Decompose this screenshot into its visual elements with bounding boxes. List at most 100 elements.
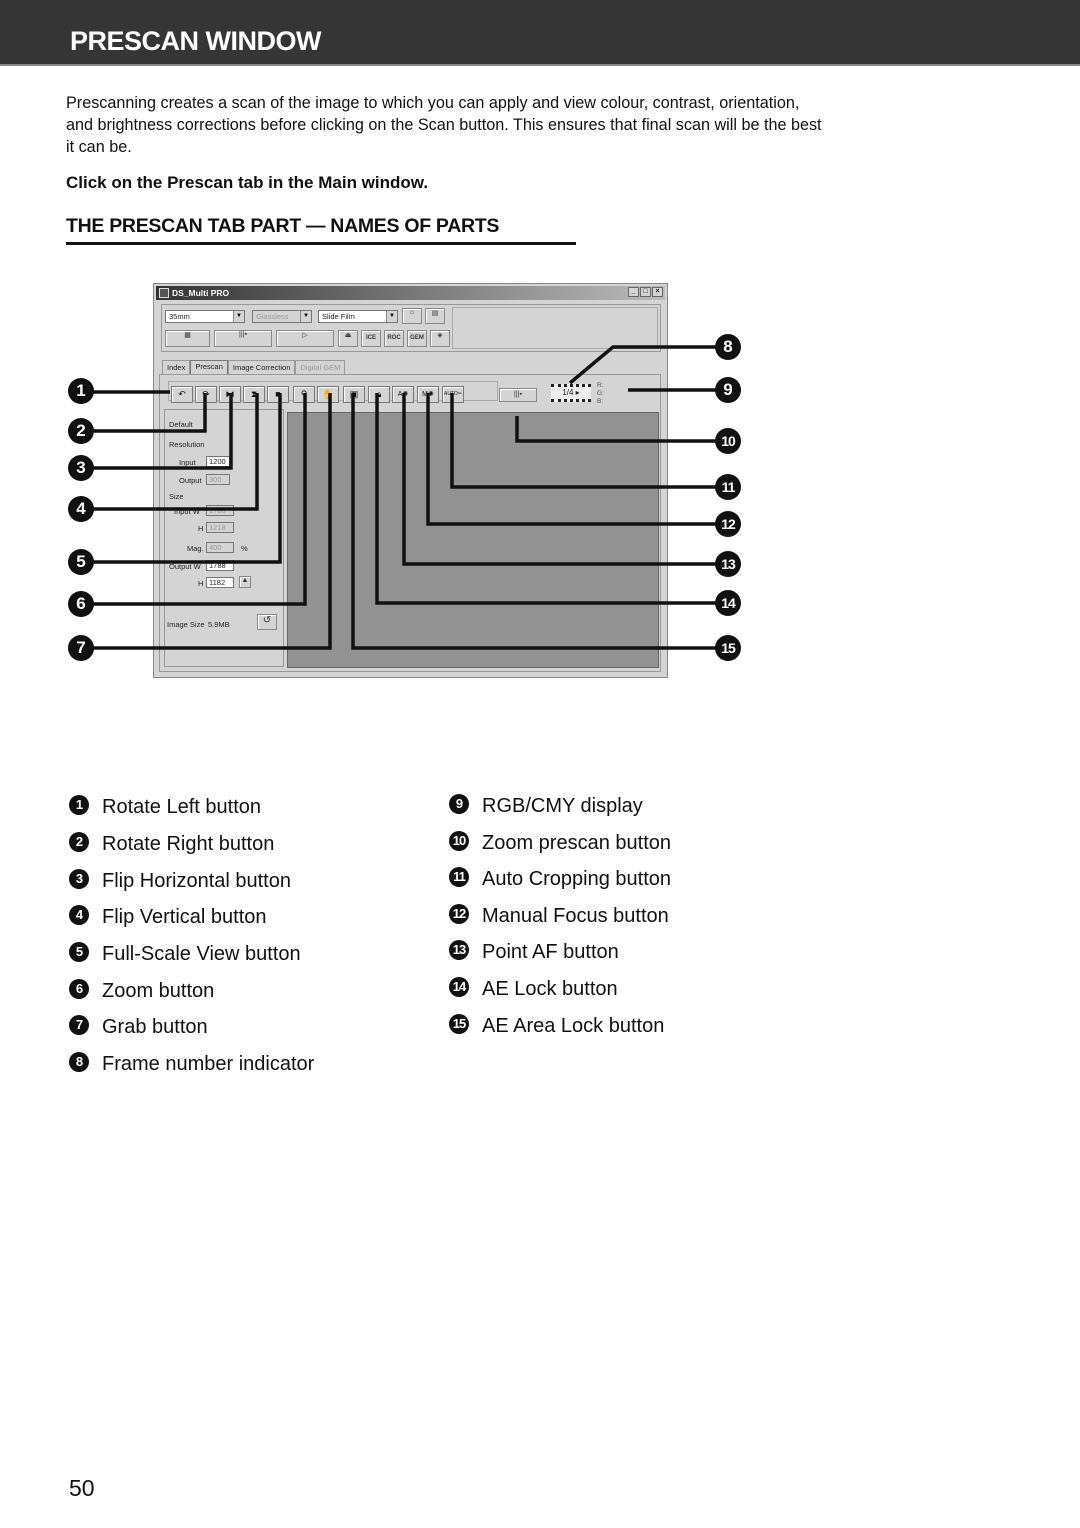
book-icon: ◈ bbox=[437, 332, 443, 339]
rotate-right-button[interactable]: ↷ bbox=[195, 386, 217, 403]
film-format-select[interactable]: 35mm ▼ bbox=[165, 310, 245, 323]
callout-number: 3 bbox=[68, 455, 94, 481]
manual-focus-button[interactable]: M✺ bbox=[417, 386, 439, 403]
output-resolution-field[interactable]: 300 bbox=[206, 474, 230, 485]
tab-prescan[interactable]: Prescan bbox=[190, 360, 228, 374]
hand-icon: ✋ bbox=[322, 389, 334, 399]
auto-crop-button[interactable]: AUTO✂ bbox=[442, 386, 464, 403]
zoom-button[interactable]: ⚲ bbox=[293, 386, 315, 403]
eject-button[interactable]: ⏏ bbox=[338, 330, 358, 347]
film-type-select[interactable]: Slide Film ▼ bbox=[318, 310, 398, 323]
legend-item: 10 Zoom prescan button bbox=[449, 830, 671, 855]
grab-button[interactable]: ✋ bbox=[317, 386, 339, 403]
reset-button[interactable]: ↺ bbox=[257, 614, 277, 630]
app-icon bbox=[159, 288, 169, 298]
lock-icon: ▲ bbox=[241, 577, 249, 584]
tab-digital-gem[interactable]: Digital GEM bbox=[295, 360, 346, 374]
manual-focus-icon: M bbox=[422, 391, 428, 398]
undo-icon: ↺ bbox=[262, 615, 272, 626]
tab-index[interactable]: Index bbox=[162, 360, 191, 374]
lock-size-button[interactable]: ▲ bbox=[239, 576, 251, 588]
callout-number: 11 bbox=[715, 474, 741, 500]
instruction-text: Click on the Prescan tab in the Main win… bbox=[66, 173, 429, 192]
flip-horizontal-icon: ⧓ bbox=[225, 389, 235, 399]
zoom-prescan-button[interactable]: |||▪ bbox=[499, 388, 537, 402]
rotate-left-button[interactable]: ↶ bbox=[171, 386, 193, 403]
image-size-label: Image Size bbox=[167, 620, 205, 629]
close-button[interactable]: × bbox=[652, 287, 663, 297]
callout-number: 4 bbox=[68, 496, 94, 522]
callout-number: 7 bbox=[68, 635, 94, 661]
output-height-field[interactable]: 1182 bbox=[206, 577, 234, 588]
prescan-button[interactable]: |||▪ bbox=[214, 330, 272, 347]
app-window: DS_Multi PRO _ □ × 35mm ▼ Glassless ▼ Slid… bbox=[153, 283, 668, 678]
legend-item: 3 Flip Horizontal button bbox=[69, 868, 291, 893]
holder-select[interactable]: Glassless ▼ bbox=[252, 310, 312, 323]
roc-button[interactable]: ROC bbox=[384, 330, 404, 347]
g-readout: G: bbox=[597, 390, 604, 397]
next-frame-icon[interactable]: ▸ bbox=[576, 388, 580, 397]
rotate-right-icon: ↷ bbox=[202, 389, 210, 399]
scan-button[interactable]: ▷ bbox=[276, 330, 334, 347]
output-h-label: H bbox=[198, 579, 204, 588]
film-icon: ▤ bbox=[431, 310, 439, 317]
home-icon: ⌂ bbox=[409, 309, 415, 316]
prescan-icon: |||▪ bbox=[239, 331, 247, 338]
input-width-field[interactable]: 1788 bbox=[206, 505, 234, 516]
mag-unit: % bbox=[241, 544, 248, 553]
full-scale-view-button[interactable]: ■ bbox=[267, 386, 289, 403]
legend-item: 11 Auto Cropping button bbox=[449, 866, 671, 891]
legend-item: 4 Flip Vertical button bbox=[69, 904, 267, 929]
input-label: Input bbox=[179, 458, 196, 467]
full-scale-icon: ■ bbox=[275, 389, 281, 399]
flip-horizontal-button[interactable]: ⧓ bbox=[219, 386, 241, 403]
legend-item: 8 Frame number indicator bbox=[69, 1051, 314, 1076]
rotate-left-icon: ↶ bbox=[178, 389, 186, 399]
zoom-prescan-icon: |||▪ bbox=[514, 391, 522, 398]
status-area bbox=[452, 307, 658, 349]
flip-vertical-button[interactable]: ⧗ bbox=[243, 386, 265, 403]
preferences-button[interactable]: ⌂ bbox=[402, 308, 422, 324]
gem-button[interactable]: GEM bbox=[407, 330, 427, 347]
frame-number-indicator: 1/4 ▸ bbox=[551, 384, 591, 402]
ice-button[interactable]: ICE bbox=[361, 330, 381, 347]
legend-item: 13 Point AF button bbox=[449, 939, 619, 964]
legend-item: 5 Full-Scale View button bbox=[69, 941, 301, 966]
prescan-preview-area[interactable] bbox=[287, 412, 659, 668]
maximize-button[interactable]: □ bbox=[640, 287, 651, 297]
main-controls-frame: 35mm ▼ Glassless ▼ Slide Film ▼ ⌂ ▤ ▦ |||▪ … bbox=[161, 304, 661, 352]
minimize-button[interactable]: _ bbox=[628, 287, 639, 297]
ae-lock-button[interactable]: 🔒︎ bbox=[368, 386, 390, 403]
chevron-down-icon: ▼ bbox=[386, 311, 397, 322]
window-titlebar: DS_Multi PRO _ □ × bbox=[156, 286, 665, 300]
output-width-field[interactable]: 1788 bbox=[206, 560, 234, 571]
index-scan-button[interactable]: ▦ bbox=[165, 330, 210, 347]
mag-field[interactable]: 400 bbox=[206, 542, 234, 553]
legend-item: 6 Zoom button bbox=[69, 978, 214, 1003]
film-setup-button[interactable]: ▤ bbox=[425, 308, 445, 324]
eject-icon: ⏏ bbox=[344, 332, 352, 339]
section-heading: THE PRESCAN TAB PART — NAMES OF PARTS bbox=[66, 215, 576, 245]
input-resolution-field[interactable]: 1200 bbox=[206, 456, 230, 467]
input-height-field[interactable]: 1218 bbox=[206, 522, 234, 533]
tab-image-correction[interactable]: Image Correction bbox=[227, 360, 296, 374]
auto-crop-icon: AUTO bbox=[443, 391, 458, 397]
r-readout: R: bbox=[597, 382, 604, 389]
callout-number: 14 bbox=[715, 590, 741, 616]
input-h-label: H bbox=[198, 524, 204, 533]
rgb-cmy-display: R: G: B: bbox=[597, 382, 604, 406]
callout-number: 5 bbox=[68, 549, 94, 575]
scan-play-icon: ▷ bbox=[302, 332, 308, 339]
page-number: 50 bbox=[69, 1475, 95, 1501]
ae-area-lock-button[interactable]: ▣ bbox=[343, 386, 365, 403]
callout-number: 1 bbox=[68, 378, 94, 404]
legend-item: 7 Grab button bbox=[69, 1014, 208, 1039]
callout-number: 8 bbox=[715, 334, 741, 360]
point-af-button[interactable]: A✺ bbox=[392, 386, 414, 403]
image-size-value: 5.9MB bbox=[208, 620, 230, 629]
callout-number: 12 bbox=[715, 511, 741, 537]
window-title: DS_Multi PRO bbox=[172, 288, 230, 298]
legend-item: 1 Rotate Left button bbox=[69, 794, 261, 819]
help-button[interactable]: ◈ bbox=[430, 330, 450, 347]
page-title: PRESCAN WINDOW bbox=[70, 26, 322, 56]
